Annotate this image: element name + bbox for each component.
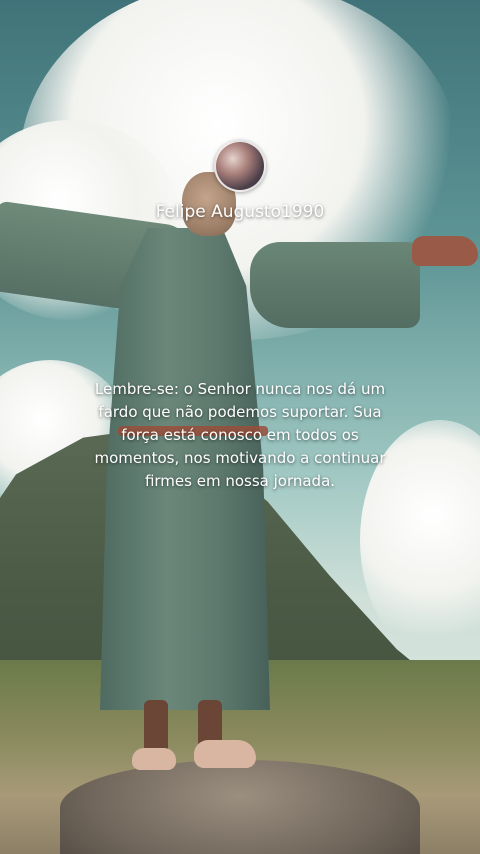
quote-text: Lembre-se: o Senhor nunca nos dá um fard…: [94, 380, 386, 490]
figure-right-arm: [250, 242, 420, 328]
figure-right-hand: [412, 236, 478, 266]
figure-left-foot: [132, 748, 176, 770]
figure-right-foot: [194, 740, 256, 768]
username-label[interactable]: Felipe Augusto1990: [0, 202, 480, 222]
rock: [60, 760, 420, 854]
profile-avatar-icon[interactable]: [214, 140, 266, 192]
